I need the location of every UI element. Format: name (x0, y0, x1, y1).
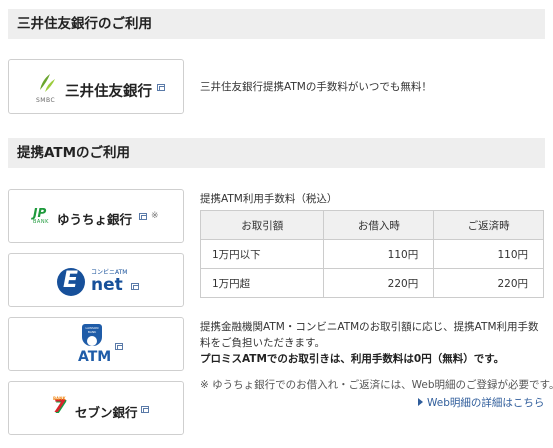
seven-bank-logo-icon: 7 BANK (53, 396, 66, 417)
japan-post-footnote: ※ ゆうちょ銀行でのお借入れ・ご返済には、Web明細のご登録が必要です。 (200, 379, 553, 391)
seven-bank-name: セブン銀行 (75, 405, 138, 420)
table-row: 1万円超 220円 220円 (199, 268, 544, 298)
enet-logo-letter: E (63, 268, 79, 293)
column-header: お取引額 (199, 210, 325, 240)
promise-atm-free-note: プロミスATMでのお取引きは、利用手数料は0円（無料）です。 (200, 353, 505, 365)
table-cell: 1万円超 (199, 268, 325, 298)
column-header: ご返済時 (433, 210, 544, 240)
external-link-icon (115, 343, 123, 350)
table-cell: 1万円以下 (199, 239, 325, 269)
section-heading-partner-atm: 提携ATMのご利用 (8, 138, 545, 168)
table-cell: 110円 (323, 239, 435, 269)
smbc-logo-sub: SMBC (36, 97, 56, 104)
link-label: Web明細の詳細はこちら (427, 397, 545, 409)
lawson-atm-name: ATM (78, 349, 112, 365)
enet-name: net (91, 275, 123, 295)
footnote-marker: ※ (151, 211, 159, 221)
atm-fee-table: お取引額 お借入時 ご返済時 1万円以下 110円 110円 1万円超 220円… (199, 210, 544, 298)
external-link-icon (131, 283, 139, 290)
table-header-row: お取引額 お借入時 ご返済時 (199, 210, 544, 240)
table-cell: 220円 (323, 268, 435, 298)
table-row: 1万円以下 110円 110円 (199, 239, 544, 269)
japan-post-bank-name: ゆうちょ銀行 (57, 212, 133, 227)
table-cell: 110円 (433, 239, 544, 269)
enet-atm-card[interactable]: E コンビニATM net (8, 253, 184, 307)
external-link-icon (141, 406, 149, 413)
fee-explanation-line-2: 料をご負担いただきます。 (200, 337, 325, 349)
column-header: お借入時 (323, 210, 435, 240)
smbc-fee-note: 三井住友銀行提携ATMの手数料がいつでも無料！ (200, 81, 432, 93)
external-link-icon (157, 84, 165, 91)
fee-explanation-line-1: 提携金融機関ATM・コンビニATMのお取引額に応じ、提携ATM利用手数 (200, 321, 539, 333)
seven-bank-card[interactable]: 7 BANK セブン銀行 (8, 381, 184, 435)
jp-bank-logo-icon: JP BANK (33, 206, 49, 225)
external-link-icon (139, 213, 147, 220)
lawson-logo-icon: LAWSON BANK (82, 324, 102, 346)
section-heading-smbc: 三井住友銀行のご利用 (8, 9, 545, 39)
table-cell: 220円 (433, 268, 544, 298)
fee-table-caption: 提携ATM利用手数料（税込） (200, 193, 338, 205)
lawson-bank-atm-card[interactable]: LAWSON BANK ATM (8, 317, 184, 371)
web-statement-details-link[interactable]: Web明細の詳細はこちら (418, 395, 544, 410)
smbc-logo-icon (40, 74, 55, 92)
smbc-bank-card[interactable]: SMBC 三井住友銀行 (8, 59, 184, 114)
triangle-right-icon (418, 398, 423, 406)
smbc-bank-name: 三井住友銀行 (65, 84, 152, 100)
japan-post-bank-card[interactable]: JP BANK ゆうちょ銀行 ※ (8, 189, 184, 243)
